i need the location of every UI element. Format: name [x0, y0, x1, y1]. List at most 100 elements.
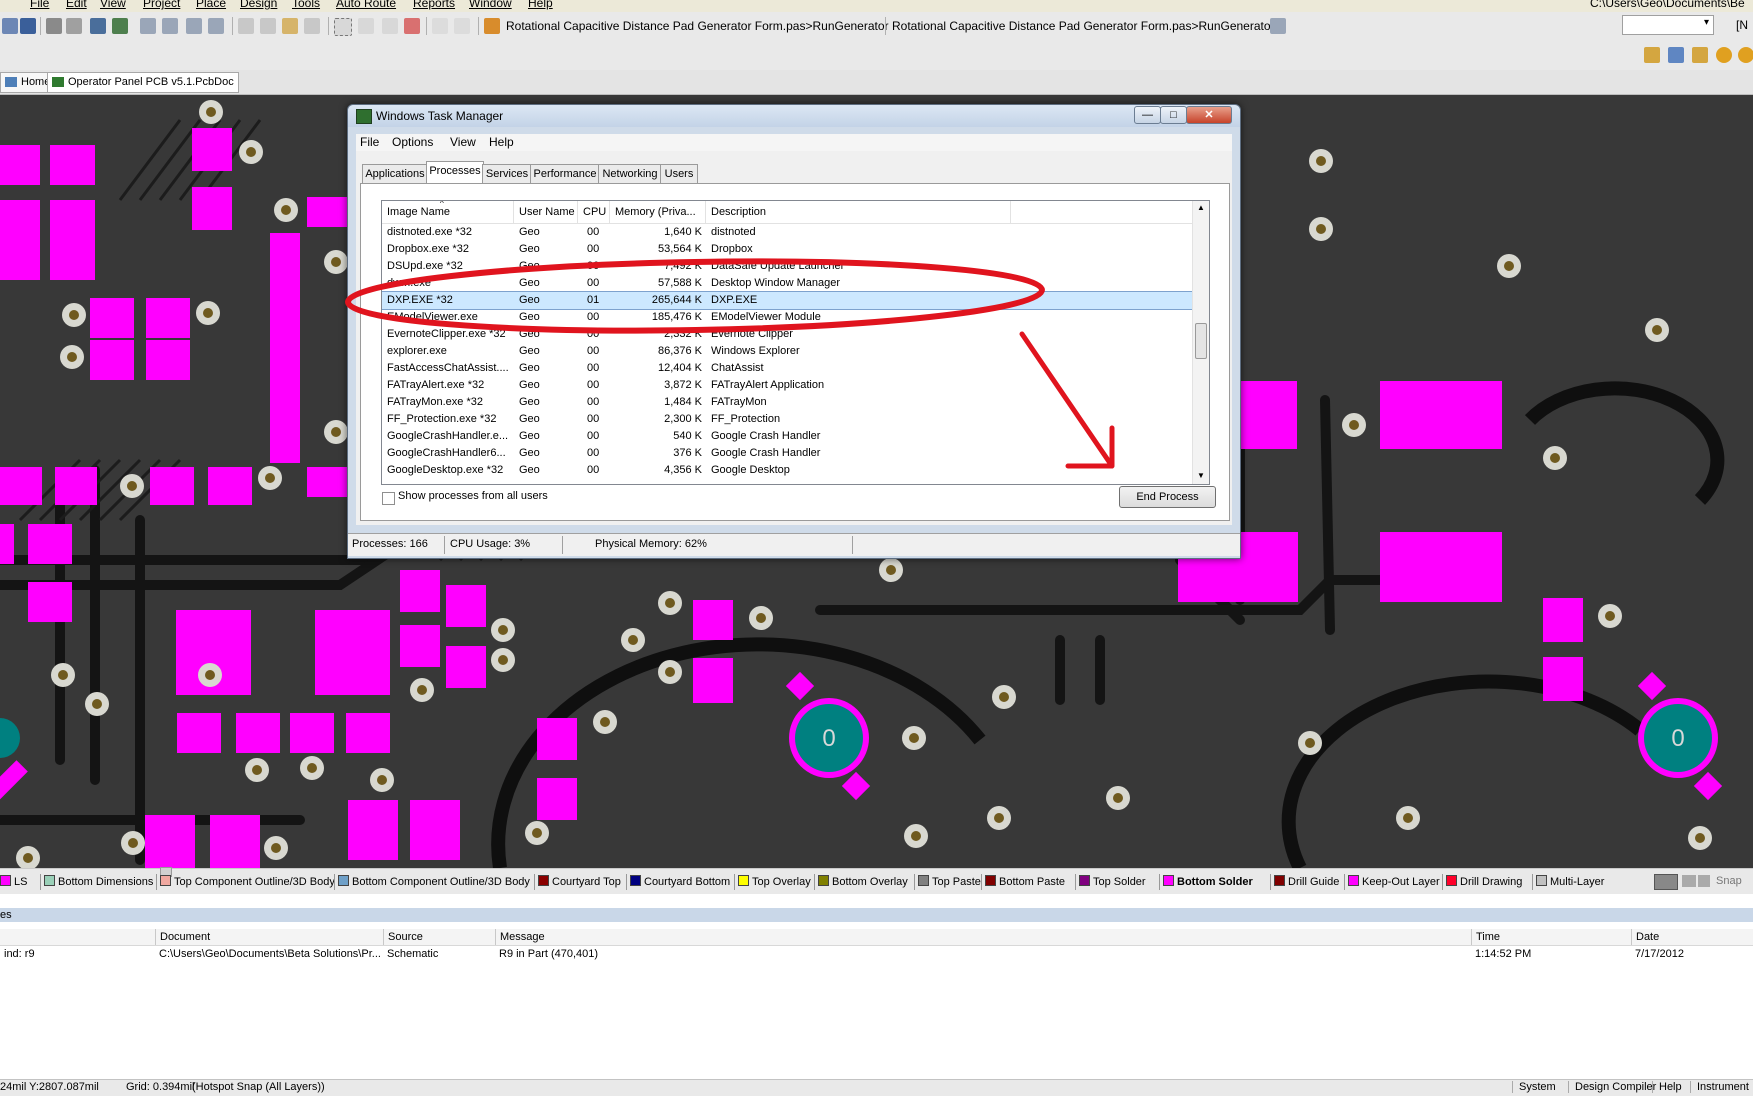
message-row[interactable]: ind: r9 C:\Users\Geo\Documents\Beta Solu…	[0, 946, 1753, 962]
zoom-filter-icon[interactable]	[208, 18, 224, 34]
scroll-up-icon[interactable]: ▲	[1197, 203, 1205, 212]
layer-tab[interactable]: Top Solder	[1079, 874, 1146, 890]
tab-pcb-document[interactable]: Operator Panel PCB v5.1.PcbDoc	[47, 72, 239, 93]
undo-icon[interactable]	[432, 18, 448, 34]
process-row[interactable]: EvernoteClipper.exe *32 Geo 00 2,332 K Evern…	[382, 326, 1197, 343]
zoom-selected-icon[interactable]	[186, 18, 202, 34]
redo-icon[interactable]	[454, 18, 470, 34]
msg-column-time[interactable]: Time	[1471, 929, 1636, 945]
tab-networking[interactable]: Networking	[598, 164, 662, 183]
tab-users[interactable]: Users	[660, 164, 698, 183]
layer-tab[interactable]: Courtyard Top	[538, 874, 621, 890]
open-icon[interactable]	[2, 18, 18, 34]
process-row[interactable]: GoogleDesktop.exe *32 Geo 00 4,356 K Google …	[382, 462, 1197, 479]
status-button-system[interactable]: System	[1512, 1081, 1556, 1093]
save-icon[interactable]	[20, 18, 36, 34]
via-icon[interactable]	[1738, 47, 1753, 63]
menu-reports[interactable]: Reports	[413, 0, 455, 10]
column-memory[interactable]: Memory (Priva...	[610, 201, 706, 223]
zoom-area-icon[interactable]	[140, 18, 156, 34]
layer-tab[interactable]: Bottom Paste	[985, 874, 1065, 890]
tm-menu-options[interactable]: Options	[392, 135, 433, 149]
process-row[interactable]: FF_Protection.exe *32 Geo 00 2,300 K FF_Prot…	[382, 411, 1197, 428]
tab-services[interactable]: Services	[482, 164, 532, 183]
print-preview-icon[interactable]	[66, 18, 82, 34]
process-row[interactable]: EModelViewer.exe Geo 00 185,476 K EModelView…	[382, 309, 1197, 326]
process-row[interactable]: FATrayAlert.exe *32 Geo 00 3,872 K FATrayAle…	[382, 377, 1197, 394]
tm-menu-view[interactable]: View	[450, 135, 476, 149]
process-row[interactable]: distnoted.exe *32 Geo 00 1,640 K distnoted	[382, 224, 1197, 241]
layer-tab[interactable]: Courtyard Bottom	[630, 874, 730, 890]
layer-tab[interactable]: Bottom Component Outline/3D Body	[338, 874, 530, 890]
tab-processes[interactable]: Processes	[426, 161, 484, 184]
menu-window[interactable]: Window	[469, 0, 512, 10]
layer-tab[interactable]: Bottom Solder	[1163, 874, 1253, 890]
process-row[interactable]: GoogleCrashHandler6... Geo 00 376 K Google C…	[382, 445, 1197, 462]
run-script-icon[interactable]	[484, 18, 500, 34]
filter-combo[interactable]: ▾	[1622, 15, 1714, 35]
process-row[interactable]: explorer.exe Geo 00 86,376 K Windows Explore…	[382, 343, 1197, 360]
msg-column-source[interactable]: Source	[383, 929, 500, 945]
move-icon[interactable]	[358, 18, 374, 34]
layer-tab[interactable]: LS	[0, 874, 27, 890]
process-row-selected[interactable]: DXP.EXE *32 Geo 01 265,644 K DXP.EXE	[382, 291, 1198, 310]
process-row[interactable]: GoogleCrashHandler.e... Geo 00 540 K Google …	[382, 428, 1197, 445]
fanout-icon[interactable]	[1668, 47, 1684, 63]
layer-tab[interactable]: Bottom Dimensions	[44, 874, 153, 890]
status-button-design-compiler[interactable]: Design Compiler	[1568, 1081, 1656, 1093]
layer-tab[interactable]: Top Paste	[918, 874, 981, 890]
filter-icon[interactable]	[1698, 875, 1710, 887]
tm-menu-file[interactable]: File	[360, 135, 379, 149]
msg-column-document[interactable]: Document	[155, 929, 388, 945]
layer-tab[interactable]: Keep-Out Layer	[1348, 874, 1440, 890]
status-button-help[interactable]: Help	[1652, 1081, 1682, 1093]
task-manager-titlebar[interactable]: Windows Task Manager — □ ✕	[348, 105, 1240, 127]
tab-performance[interactable]: Performance	[530, 164, 600, 183]
menu-auto-route[interactable]: Auto Route	[336, 0, 396, 10]
msg-column-message[interactable]: Message	[495, 929, 1476, 945]
scrollbar-thumb[interactable]	[1195, 323, 1207, 359]
maximize-button[interactable]: □	[1160, 106, 1187, 124]
column-user-name[interactable]: User Name	[514, 201, 578, 223]
menu-view[interactable]: View	[100, 0, 126, 10]
layer-tab[interactable]: Top Overlay	[738, 874, 811, 890]
column-description[interactable]: Description	[706, 201, 1011, 223]
menu-design[interactable]: Design	[240, 0, 277, 10]
layer-tab[interactable]: Drill Guide	[1274, 874, 1339, 890]
menu-help[interactable]: Help	[528, 0, 553, 10]
menu-tools[interactable]: Tools	[292, 0, 320, 10]
route-icon[interactable]	[1644, 47, 1660, 63]
close-button[interactable]: ✕	[1186, 106, 1232, 124]
msg-column-date[interactable]: Date	[1631, 929, 1753, 945]
layer-tab[interactable]: Top Component Outline/3D Body	[160, 874, 335, 890]
layer-tab[interactable]: Bottom Overlay	[818, 874, 908, 890]
process-list[interactable]: Image Name ^ User Name CPU Memory (Priva…	[381, 200, 1210, 485]
snap-toggle[interactable]: Snap	[1716, 875, 1742, 887]
tab-applications[interactable]: Applications	[362, 164, 428, 183]
rubber-stamp-icon[interactable]	[304, 18, 320, 34]
menu-project[interactable]: Project	[143, 0, 180, 10]
print-icon[interactable]	[46, 18, 62, 34]
show-all-users-checkbox[interactable]	[382, 492, 395, 505]
cut-icon[interactable]	[238, 18, 254, 34]
process-row[interactable]: dwm.exe Geo 00 57,588 K Desktop Window Manag…	[382, 275, 1197, 292]
scroll-down-icon[interactable]: ▼	[1197, 471, 1205, 480]
end-process-button[interactable]: End Process	[1119, 486, 1216, 508]
copy-icon[interactable]	[260, 18, 276, 34]
process-row[interactable]: FastAccessChatAssist.... Geo 00 12,404 K Cha…	[382, 360, 1197, 377]
paste-icon[interactable]	[282, 18, 298, 34]
clear-filter-icon[interactable]	[404, 18, 420, 34]
layers-icon[interactable]	[90, 18, 106, 34]
process-row[interactable]: DSUpd.exe *32 Geo 00 7,492 K DataSafe Update…	[382, 258, 1197, 275]
run-script-2-icon[interactable]	[1270, 18, 1286, 34]
menu-edit[interactable]: Edit	[66, 0, 87, 10]
tm-menu-help[interactable]: Help	[489, 135, 514, 149]
board-icon[interactable]	[112, 18, 128, 34]
column-image-name[interactable]: Image Name ^	[382, 201, 514, 223]
script-shortcut-2[interactable]: Rotational Capacitive Distance Pad Gener…	[892, 19, 1275, 33]
status-button-instrument[interactable]: Instrument	[1690, 1081, 1749, 1093]
layer-tab[interactable]: Drill Drawing	[1446, 874, 1522, 890]
column-cpu[interactable]: CPU	[578, 201, 610, 223]
select-area-icon[interactable]	[334, 18, 352, 36]
zoom-fit-icon[interactable]	[162, 18, 178, 34]
